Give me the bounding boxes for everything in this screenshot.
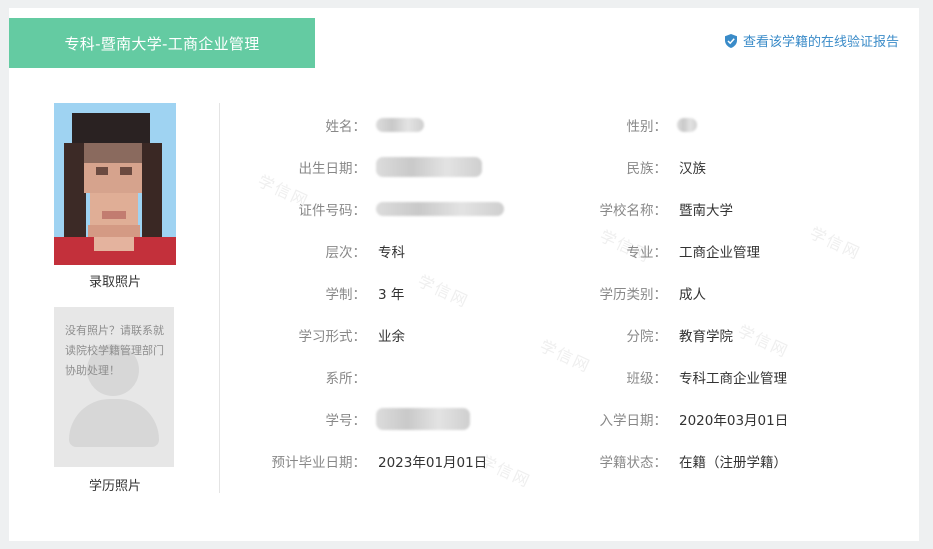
admission-photo-caption: 录取照片 bbox=[88, 275, 141, 290]
field-label: 学习形式： bbox=[298, 329, 367, 345]
redacted-value bbox=[677, 118, 697, 132]
field-gender: 性别： bbox=[579, 113, 697, 137]
field-student-id: 学号： bbox=[259, 407, 470, 431]
redacted-value bbox=[376, 202, 504, 216]
field-label: 证件号码： bbox=[298, 203, 367, 219]
field-value: 成人 bbox=[679, 287, 706, 303]
field-value: 汉族 bbox=[679, 161, 706, 177]
field-value: 专科工商企业管理 bbox=[679, 371, 787, 387]
field-education-type: 学历类别： 成人 bbox=[579, 281, 707, 305]
field-label: 性别： bbox=[626, 119, 668, 135]
field-class: 班级： 专科工商企业管理 bbox=[579, 365, 788, 389]
verify-report-link[interactable]: 查看该学籍的在线验证报告 bbox=[724, 31, 899, 50]
field-label: 系所： bbox=[325, 371, 367, 387]
redacted-value bbox=[376, 118, 424, 132]
field-ethnicity: 民族： 汉族 bbox=[579, 155, 707, 179]
field-branch: 分院： 教育学院 bbox=[579, 323, 734, 347]
field-label: 分院： bbox=[626, 329, 668, 345]
education-photo-placeholder: 没有照片？请联系就读院校学籍管理部门协助处理！ bbox=[54, 307, 174, 467]
field-label: 学制： bbox=[325, 287, 367, 303]
redacted-value bbox=[376, 408, 470, 430]
field-value: 在籍（注册学籍） bbox=[679, 455, 787, 471]
field-value: 2023年01月01日 bbox=[378, 455, 488, 471]
no-photo-message: 没有照片？请联系就读院校学籍管理部门协助处理！ bbox=[65, 324, 164, 377]
field-label: 学校名称： bbox=[599, 203, 668, 219]
field-label: 入学日期： bbox=[599, 413, 668, 429]
redacted-value bbox=[376, 157, 482, 177]
field-value: 2020年03月01日 bbox=[679, 413, 789, 429]
field-duration: 学制： 3 年 bbox=[259, 281, 405, 305]
field-value: 3 年 bbox=[378, 287, 405, 303]
field-value: 暨南大学 bbox=[679, 203, 733, 219]
field-study-form: 学习形式： 业余 bbox=[259, 323, 406, 347]
admission-photo bbox=[54, 103, 176, 265]
record-title-tab: 专科-暨南大学-工商企业管理 bbox=[9, 18, 315, 68]
field-expected-grad: 预计毕业日期： 2023年01月01日 bbox=[259, 449, 488, 473]
field-level: 层次： 专科 bbox=[259, 239, 406, 263]
field-id-number: 证件号码： bbox=[259, 197, 504, 221]
watermark: 学信网 bbox=[414, 271, 472, 312]
field-birth-date: 出生日期： bbox=[259, 155, 482, 179]
field-label: 专业： bbox=[626, 245, 668, 261]
field-enroll-date: 入学日期： 2020年03月01日 bbox=[579, 407, 789, 431]
field-label: 预计毕业日期： bbox=[271, 455, 367, 471]
field-label: 层次： bbox=[325, 245, 367, 261]
column-divider bbox=[219, 103, 220, 493]
field-status: 学籍状态： 在籍（注册学籍） bbox=[579, 449, 788, 473]
field-value: 教育学院 bbox=[679, 329, 733, 345]
field-value: 专科 bbox=[378, 245, 405, 261]
field-label: 学号： bbox=[325, 413, 367, 429]
field-school: 学校名称： 暨南大学 bbox=[579, 197, 734, 221]
field-label: 姓名： bbox=[325, 119, 367, 135]
verify-report-label: 查看该学籍的在线验证报告 bbox=[742, 35, 899, 50]
field-label: 学历类别： bbox=[599, 287, 668, 303]
education-photo-caption: 学历照片 bbox=[88, 479, 141, 494]
student-record-card: 学信网 学信网 学信网 学信网 学信网 学信网 学信网 专科-暨南大学-工商企业… bbox=[9, 8, 919, 541]
field-major: 专业： 工商企业管理 bbox=[579, 239, 761, 263]
watermark: 学信网 bbox=[806, 223, 864, 264]
field-department: 系所： bbox=[259, 365, 378, 389]
field-label: 学籍状态： bbox=[599, 455, 668, 471]
field-label: 民族： bbox=[626, 161, 668, 177]
field-name: 姓名： bbox=[259, 113, 424, 137]
shield-check-icon bbox=[724, 33, 737, 48]
watermark: 学信网 bbox=[734, 321, 792, 362]
user-silhouette-body bbox=[69, 399, 159, 447]
field-value: 工商企业管理 bbox=[679, 245, 760, 261]
field-value: 业余 bbox=[378, 329, 405, 345]
field-label: 班级： bbox=[626, 371, 668, 387]
field-label: 出生日期： bbox=[298, 161, 367, 177]
